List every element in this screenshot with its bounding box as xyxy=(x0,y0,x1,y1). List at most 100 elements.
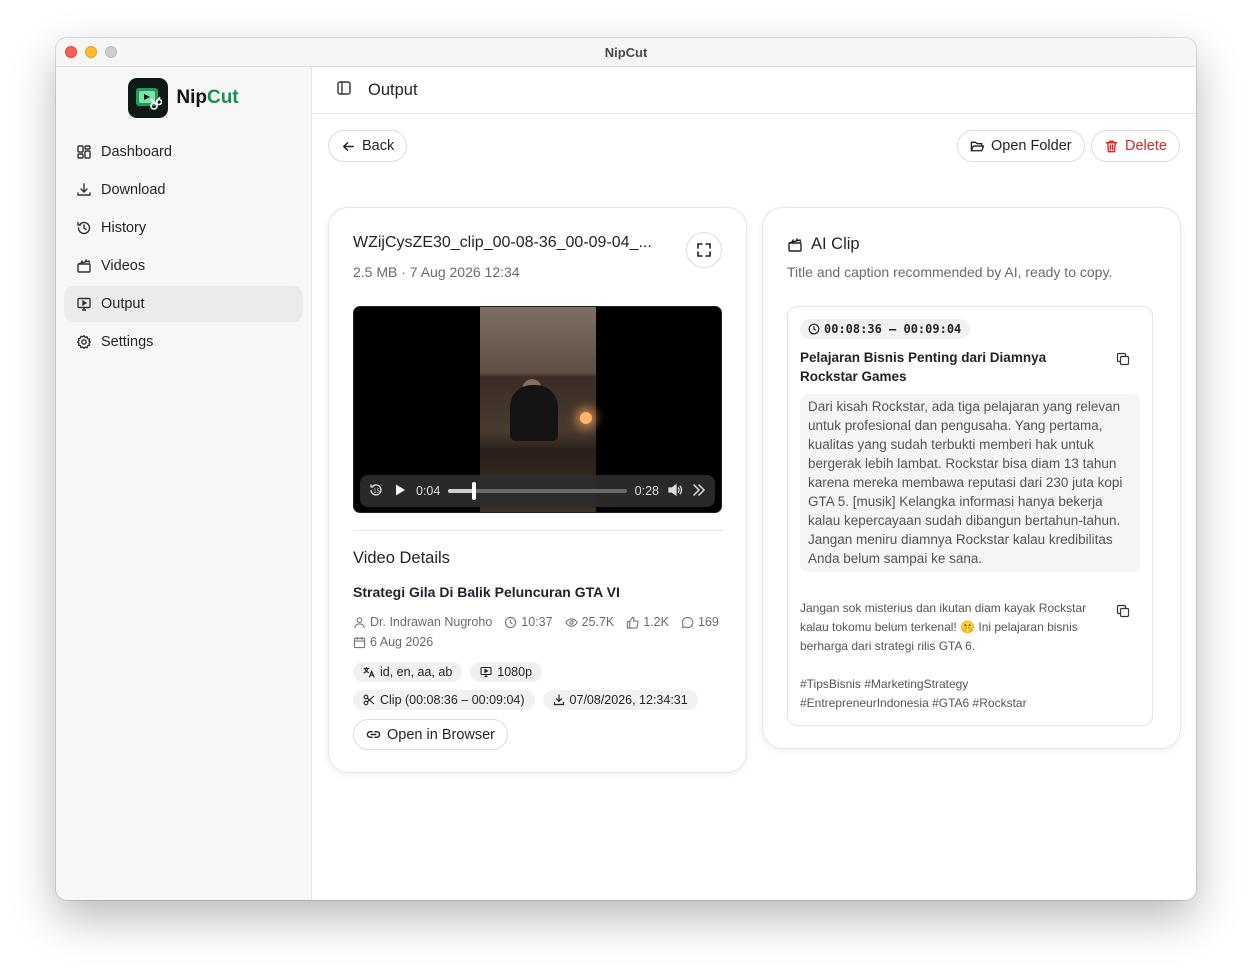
file-meta: 2.5 MB · 7 Aug 2026 12:34 xyxy=(353,264,520,280)
open-folder-button[interactable]: Open Folder xyxy=(957,130,1085,162)
close-window-button[interactable] xyxy=(65,46,77,58)
comments-stat: 169 xyxy=(681,614,719,630)
link-icon xyxy=(366,730,381,739)
title-bar: NipCut xyxy=(56,38,1196,67)
sidebar-item-label: Settings xyxy=(101,334,154,350)
volume-icon[interactable] xyxy=(667,482,683,501)
video-details-heading: Video Details xyxy=(353,549,450,567)
translate-icon xyxy=(363,666,375,678)
clock-icon xyxy=(808,323,820,335)
sidebar-toggle-icon[interactable] xyxy=(336,80,352,101)
sidebar-nav: Dashboard Download History Videos Output xyxy=(56,134,311,360)
user-icon xyxy=(354,616,365,628)
clock-icon xyxy=(505,616,517,628)
maximize-window-button[interactable] xyxy=(105,46,117,58)
sidebar-item-output[interactable]: Output xyxy=(64,286,303,322)
ai-clip-subtitle: Title and caption recommended by AI, rea… xyxy=(787,264,1113,280)
clapperboard-icon xyxy=(77,259,91,273)
likes-stat: 1.2K xyxy=(626,614,669,630)
sidebar-item-label: History xyxy=(101,220,147,236)
output-file-card: WZijCysZE30_clip_00-08-36_00-09-04_... 2… xyxy=(328,207,747,773)
brand-name: NipCut xyxy=(176,87,239,108)
current-time: 0:04 xyxy=(416,484,441,498)
sidebar-item-videos[interactable]: Videos xyxy=(64,248,303,284)
dashboard-icon xyxy=(77,145,91,159)
rewind-15-icon[interactable]: 15 xyxy=(368,482,384,501)
page-title: Output xyxy=(368,80,418,99)
fullscreen-button[interactable] xyxy=(686,232,722,268)
open-in-browser-button[interactable]: Open in Browser xyxy=(353,719,508,750)
svg-text:15: 15 xyxy=(373,488,380,494)
clip-range-chip: Clip (00:08:36 – 00:09:04) xyxy=(353,690,535,710)
time-range-chip: 00:08:36 – 00:09:04 xyxy=(800,319,971,339)
more-controls-icon[interactable] xyxy=(691,482,707,501)
gear-icon xyxy=(76,334,92,350)
metadata-chips: id, en, aa, ab 1080p xyxy=(353,662,723,682)
divider xyxy=(353,530,723,531)
comment-icon xyxy=(681,616,694,628)
arrow-left-icon xyxy=(342,141,354,151)
back-button[interactable]: Back xyxy=(328,130,408,162)
seek-handle[interactable] xyxy=(471,482,476,500)
suggested-title: Pelajaran Bisnis Penting dari Diamnya Ro… xyxy=(800,350,1047,384)
sidebar-item-label: Download xyxy=(101,182,166,198)
clapperboard-icon xyxy=(788,237,802,252)
play-icon[interactable] xyxy=(392,482,408,501)
open-in-browser-label: Open in Browser xyxy=(387,726,495,743)
trash-icon xyxy=(1105,140,1118,152)
monitor-play-icon xyxy=(77,297,91,311)
main-content: Output Back Open Folder Delete WZijCysZE… xyxy=(312,67,1196,900)
sidebar-item-download[interactable]: Download xyxy=(64,172,303,208)
suggested-description: Dari kisah Rockstar, ada tiga pelajaran … xyxy=(800,394,1140,572)
top-bar: Output xyxy=(312,67,1196,114)
app-window: NipCut NipCut Dashboard Download History… xyxy=(56,38,1196,900)
duration-stat: 10:37 xyxy=(504,614,553,630)
video-stats: Dr. Indrawan Nugroho 10:37 25.7K 1.2K 16… xyxy=(353,614,723,650)
open-folder-label: Open Folder xyxy=(991,138,1072,154)
expand-icon xyxy=(697,243,711,257)
duration-time: 0:28 xyxy=(634,484,659,498)
minimize-window-button[interactable] xyxy=(85,46,97,58)
source-video-title: Strategi Gila Di Balik Peluncuran GTA VI xyxy=(353,584,620,600)
clip-info-chips: Clip (00:08:36 – 00:09:04) 07/08/2026, 1… xyxy=(353,690,723,710)
resolution-chip: 1080p xyxy=(470,662,543,682)
monitor-icon xyxy=(480,666,492,678)
brand: NipCut xyxy=(56,78,311,118)
author-stat: Dr. Indrawan Nugroho xyxy=(353,614,492,630)
ai-clip-suggestion: 00:08:36 – 00:09:04 Pelajaran Bisnis Pen… xyxy=(787,306,1153,726)
sidebar-item-label: Output xyxy=(101,296,145,312)
folder-open-icon xyxy=(970,141,985,151)
download-icon xyxy=(77,183,91,196)
eye-icon xyxy=(564,617,578,627)
suggested-caption: Jangan sok misterius dan ikutan diam kay… xyxy=(800,601,1087,653)
sidebar-item-dashboard[interactable]: Dashboard xyxy=(64,134,303,170)
scissors-icon xyxy=(363,694,375,706)
sidebar-item-settings[interactable]: Settings xyxy=(64,324,303,360)
sidebar-item-label: Videos xyxy=(101,258,146,274)
history-icon xyxy=(77,221,91,235)
date-stat: 6 Aug 2026 xyxy=(353,634,433,650)
player-controls: 15 0:04 0:28 xyxy=(360,475,715,507)
calendar-icon xyxy=(353,636,366,648)
sidebar-item-history[interactable]: History xyxy=(64,210,303,246)
download-icon xyxy=(553,694,564,706)
window-controls xyxy=(65,46,117,58)
suggested-hashtags: #TipsBisnis #MarketingStrategy #Entrepre… xyxy=(800,677,1027,710)
downloaded-at-chip: 07/08/2026, 12:34:31 xyxy=(542,690,698,710)
delete-button[interactable]: Delete xyxy=(1091,130,1180,162)
copy-caption-icon[interactable] xyxy=(1116,604,1130,623)
thumbs-up-icon xyxy=(627,616,639,629)
sidebar: NipCut Dashboard Download History Videos… xyxy=(56,67,312,900)
delete-label: Delete xyxy=(1125,138,1167,154)
seek-bar[interactable] xyxy=(448,482,627,500)
window-title: NipCut xyxy=(604,44,648,60)
sidebar-item-label: Dashboard xyxy=(101,144,172,160)
views-stat: 25.7K xyxy=(564,614,614,630)
ai-clip-heading: AI Clip xyxy=(787,235,860,254)
languages-chip: id, en, aa, ab xyxy=(353,662,463,682)
video-player[interactable]: 15 0:04 0:28 xyxy=(353,306,722,513)
file-name: WZijCysZE30_clip_00-08-36_00-09-04_... xyxy=(353,234,652,251)
back-button-label: Back xyxy=(362,138,395,154)
app-logo-icon xyxy=(128,78,169,118)
copy-title-icon[interactable] xyxy=(1116,352,1130,371)
